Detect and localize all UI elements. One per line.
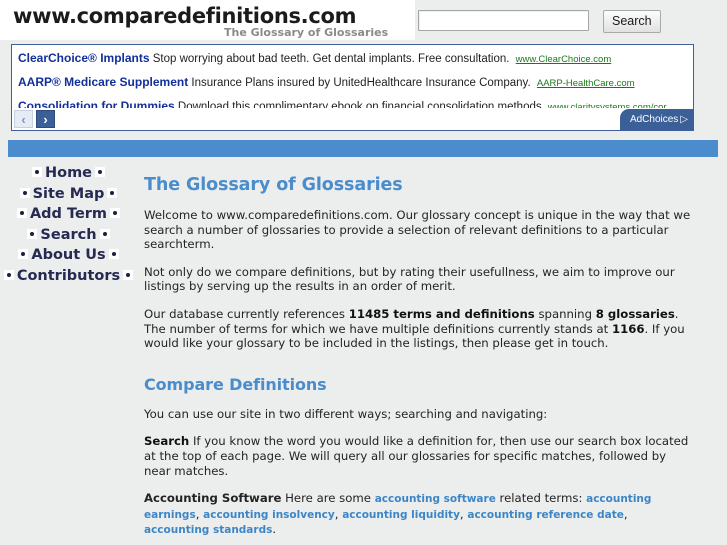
bullet-icon: [108, 249, 119, 259]
bullet-icon: [107, 187, 118, 198]
search-form: Search: [418, 10, 661, 33]
site-logo[interactable]: www.comparedefinitions.com The Glossary …: [0, 0, 415, 40]
logo-tagline-text: The Glossary of Glossaries: [224, 26, 389, 39]
sidebar-item-label: About Us: [31, 247, 106, 263]
accounting-label: Accounting Software: [144, 491, 282, 506]
bullet-icon: [95, 167, 106, 177]
bullet-icon: [123, 269, 134, 280]
sidebar-item-label: Home: [44, 165, 93, 181]
adchoices-label: AdChoices: [629, 114, 679, 125]
sidebar-item-contributors[interactable]: Contributors: [0, 266, 137, 287]
accounting-text-2: related terms:: [495, 491, 587, 506]
search-input[interactable]: [418, 10, 589, 31]
ad-description: Insurance Plans insured by UnitedHealthc…: [191, 77, 531, 89]
db-text-2: spanning: [534, 306, 596, 321]
db-glossaries-count: 8 glossaries: [595, 306, 675, 321]
sidebar-item-about-us[interactable]: About Us: [0, 245, 137, 266]
term-link-accounting-software[interactable]: accounting software: [375, 493, 496, 505]
ad-title[interactable]: ClearChoice® Implants: [18, 52, 150, 65]
bullet-icon: [3, 269, 14, 280]
term-link-accounting-standards[interactable]: accounting standards: [144, 524, 272, 536]
bullet-icon: [19, 187, 30, 198]
sidebar-item-label: Search: [40, 226, 97, 243]
section-divider-bar: [8, 140, 718, 157]
ad-url[interactable]: AARP-HealthCare.com: [537, 78, 635, 89]
database-stats-paragraph: Our database currently references 11485 …: [144, 307, 696, 351]
intro-paragraph: Welcome to www.comparedefinitions.com. O…: [144, 208, 691, 252]
term-link-accounting-insolvency[interactable]: accounting insolvency: [203, 509, 335, 521]
two-ways-paragraph: You can use our site in two different wa…: [144, 406, 548, 421]
term-link-accounting-liquidity[interactable]: accounting liquidity: [342, 509, 460, 521]
term-terminator: .: [272, 522, 277, 537]
db-multiple-count: 1166: [611, 321, 645, 336]
ad-url[interactable]: www.ClearChoice.com: [516, 54, 612, 65]
sidebar-item-search[interactable]: Search: [0, 225, 137, 246]
ad-pager: ‹ ›: [14, 110, 55, 128]
section-title-compare-definitions: Compare Definitions: [144, 374, 327, 394]
accounting-software-paragraph: Accounting Software Here are some accoun…: [144, 491, 696, 538]
ad-next-arrow-icon[interactable]: ›: [36, 110, 55, 128]
sidebar-item-add-term[interactable]: Add Term: [0, 204, 137, 225]
bullet-icon: [110, 208, 121, 218]
sidebar-item-label: Add Term: [29, 206, 108, 222]
accounting-text-1: Here are some: [281, 491, 375, 506]
rating-paragraph: Not only do we compare definitions, but …: [144, 264, 675, 294]
search-explanation-label: Search: [144, 434, 190, 449]
ad-prev-arrow-icon[interactable]: ‹: [14, 110, 33, 128]
ad-title[interactable]: AARP® Medicare Supplement: [18, 76, 188, 89]
db-text-1: Our database currently references: [144, 306, 349, 321]
bullet-icon: [27, 228, 38, 239]
sidebar-item-label: Site Map: [32, 185, 105, 202]
sidebar-item-label: Contributors: [16, 267, 121, 284]
term-link-accounting-reference-date[interactable]: accounting reference date: [467, 509, 623, 521]
ad-footer: ‹ › AdChoices ▷: [12, 108, 693, 130]
search-explanation-text: If you know the word you would like a de…: [144, 434, 689, 478]
term-separator: ,: [623, 506, 628, 521]
db-terms-count: 11485 terms and definitions: [348, 306, 535, 321]
bullet-icon: [31, 167, 42, 177]
logo-domain-text: www.comparedefinitions.com: [13, 4, 357, 28]
bullet-icon: [16, 208, 27, 218]
bullet-icon: [18, 249, 29, 259]
search-button[interactable]: Search: [603, 10, 661, 33]
site-header: www.comparedefinitions.com The Glossary …: [0, 0, 727, 42]
ad-description: Stop worrying about bad teeth. Get denta…: [152, 53, 510, 65]
search-explanation-paragraph: Search If you know the word you would li…: [144, 434, 696, 478]
advertisement-block: ClearChoice® Implants Stop worrying abou…: [11, 44, 694, 131]
sidebar-item-home[interactable]: Home: [0, 163, 137, 184]
page-root: www.comparedefinitions.com The Glossary …: [0, 0, 727, 545]
page-title: The Glossary of Glossaries: [144, 175, 403, 195]
adchoices-button[interactable]: AdChoices ▷: [619, 109, 693, 130]
ad-row: AARP® Medicare Supplement Insurance Plan…: [18, 76, 693, 90]
bullet-icon: [99, 228, 110, 239]
ad-row: ClearChoice® Implants Stop worrying abou…: [18, 52, 693, 66]
adchoices-triangle-icon: ▷: [680, 114, 688, 125]
sidebar-item-site-map[interactable]: Site Map: [0, 184, 137, 205]
ad-list: ClearChoice® Implants Stop worrying abou…: [12, 45, 693, 114]
main-column: The Glossary of Glossaries Welcome to ww…: [144, 163, 696, 545]
sidebar-navigation: Home Site Map Add Term Search About Us C…: [0, 163, 137, 286]
